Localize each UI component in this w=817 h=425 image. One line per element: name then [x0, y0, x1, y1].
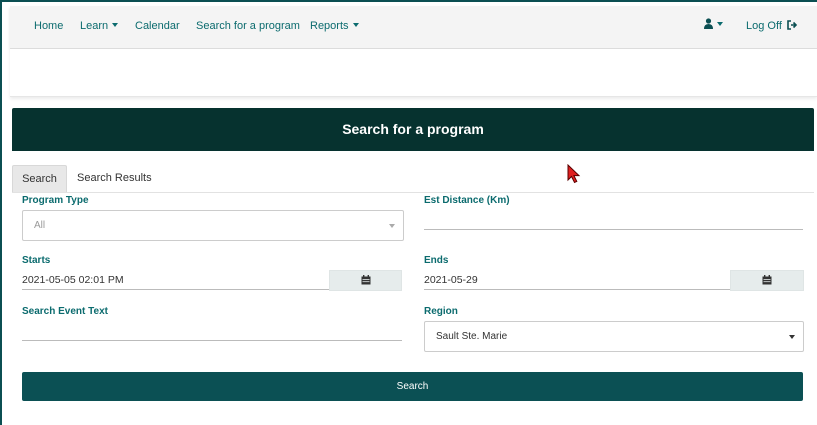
- tabs-divider: [12, 192, 814, 193]
- subheader-band: [10, 49, 817, 97]
- est-distance-input[interactable]: [424, 212, 803, 230]
- page-header: Search for a program: [12, 108, 814, 151]
- region-value: Sault Ste. Marie: [436, 331, 508, 342]
- est-distance-label: Est Distance (Km): [424, 195, 510, 206]
- search-event-text-label: Search Event Text: [22, 306, 108, 317]
- nav-calendar[interactable]: Calendar: [135, 20, 180, 32]
- chevron-down-icon: [352, 23, 359, 27]
- nav-search-program[interactable]: Search for a program: [196, 20, 300, 32]
- chevron-down-icon: [717, 22, 723, 26]
- tab-search[interactable]: Search: [12, 165, 67, 193]
- user-icon: [704, 18, 713, 29]
- page-title: Search for a program: [342, 121, 484, 137]
- nav-reports-label: Reports: [310, 20, 349, 32]
- user-menu[interactable]: [704, 18, 723, 31]
- chevron-down-icon: [789, 335, 795, 339]
- starts-calendar-button[interactable]: [329, 270, 402, 291]
- region-select[interactable]: Sault Ste. Marie: [424, 321, 804, 352]
- window-frame-top: [0, 0, 817, 2]
- sign-out-icon: [787, 20, 798, 30]
- log-off-link[interactable]: Log Off: [746, 20, 798, 32]
- log-off-label: Log Off: [746, 20, 782, 32]
- nav-learn-label: Learn: [80, 20, 109, 32]
- chevron-down-icon: [389, 224, 395, 228]
- nav-learn[interactable]: Learn: [80, 20, 119, 32]
- region-label: Region: [424, 306, 458, 317]
- mouse-pointer-icon: [567, 164, 581, 184]
- tab-search-results[interactable]: Search Results: [77, 165, 152, 192]
- calendar-icon: [361, 275, 371, 285]
- program-type-label: Program Type: [22, 195, 89, 206]
- ends-calendar-button[interactable]: [730, 270, 804, 291]
- search-button[interactable]: Search: [22, 372, 803, 401]
- chevron-down-icon: [112, 23, 119, 27]
- ends-label: Ends: [424, 255, 449, 266]
- starts-label: Starts: [22, 255, 51, 266]
- starts-value: 2021-05-05 02:01 PM: [22, 274, 124, 286]
- ends-value: 2021-05-29: [424, 274, 478, 286]
- search-event-text-input[interactable]: [22, 323, 402, 341]
- program-type-value: All: [34, 220, 46, 231]
- program-type-select[interactable]: All: [22, 210, 404, 241]
- window-frame-left: [0, 0, 2, 425]
- navbar: Home Learn Calendar Search for a program…: [10, 6, 817, 49]
- nav-home[interactable]: Home: [34, 20, 63, 32]
- calendar-icon: [762, 275, 772, 285]
- nav-reports[interactable]: Reports: [310, 20, 359, 32]
